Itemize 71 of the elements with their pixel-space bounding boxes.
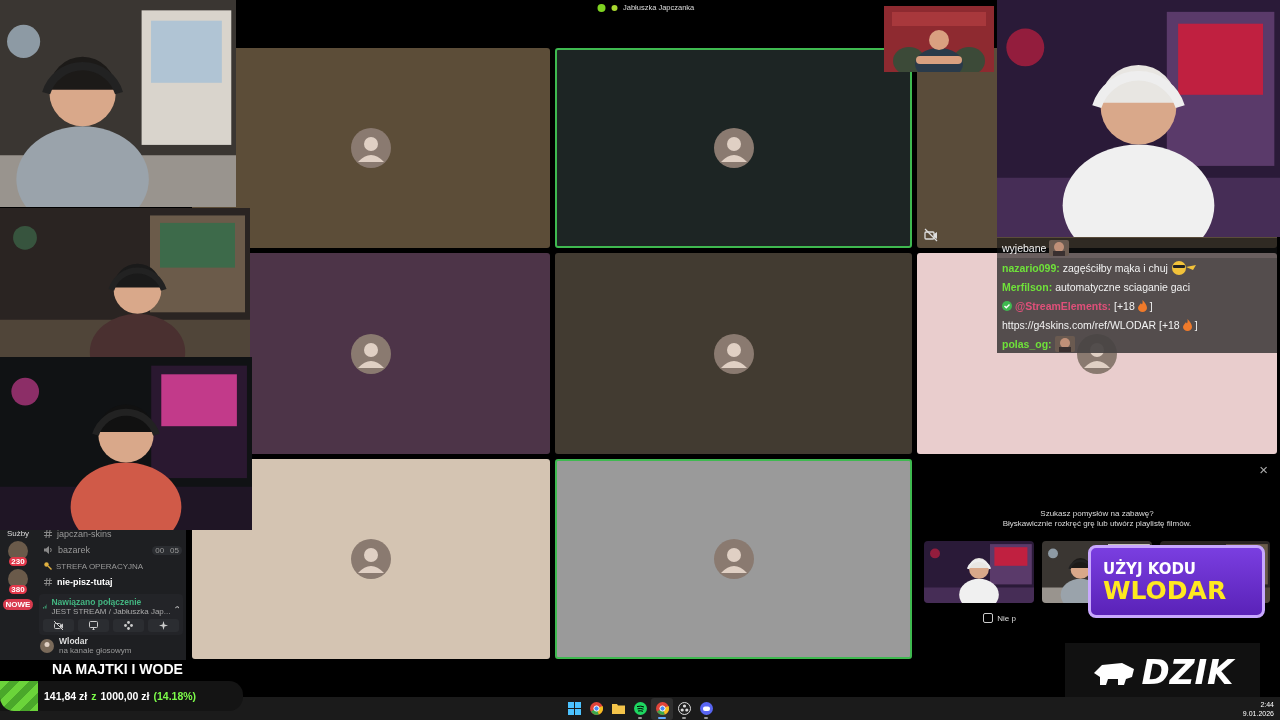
browser-icon: [589, 702, 603, 715]
speaker-icon: [44, 546, 53, 554]
user-avatar: [351, 128, 391, 168]
camera-off-icon: [54, 621, 63, 630]
goal-target: 1000,00 zł: [100, 690, 150, 702]
taskbar-app[interactable]: [651, 697, 673, 720]
chat-username[interactable]: polas_og:: [1002, 337, 1052, 350]
recorder-icon: [677, 702, 691, 715]
chat-message: ]: [1194, 318, 1198, 331]
chat-message: zagęściłby mąka i chuj: [1062, 261, 1168, 274]
promo-label: UŻYJ KODU: [1103, 559, 1198, 578]
monitor-button[interactable]: [78, 619, 109, 632]
user-avatar: [351, 539, 391, 579]
chat-message: https://g4skins.com/ref/WLODAR [+18: [1002, 318, 1180, 331]
channel-item[interactable]: japczan-skins: [57, 529, 112, 539]
hash-icon: [44, 578, 52, 586]
camera-off-button[interactable]: [43, 619, 74, 632]
goal-title: NA MAJTKI I WODE: [52, 661, 183, 677]
brand-logo-text: DZIK: [1141, 652, 1234, 692]
user-status: na kanale głosowym: [59, 646, 132, 655]
user-avatar: [713, 333, 754, 374]
voice-channel-name[interactable]: JEST STREAM / Jabłuszka Jap...: [51, 607, 171, 616]
panel-subheading: Błyskawicznie rozkręć grę lub utwórz playlistę filmów.: [1002, 519, 1192, 529]
panel-heading: Szukasz pomysłów na zabawę?: [1039, 509, 1155, 519]
username: Wlodar: [59, 637, 89, 646]
unread-badge: 380: [9, 585, 27, 594]
unread-badge: 230: [9, 557, 27, 566]
fire-icon: [1182, 318, 1192, 331]
new-badge: NOWE: [2, 599, 34, 610]
user-avatar: [713, 539, 754, 579]
channel-item[interactable]: nie-pisz-tutaj: [57, 577, 113, 587]
music-app-icon: [633, 702, 647, 715]
channel-category[interactable]: STREFA OPERACYJNA: [56, 561, 144, 571]
chat-username[interactable]: Merfilson:: [1002, 280, 1053, 293]
chat-message: wyjebane: [1002, 242, 1047, 254]
goal-percent: (14.18%): [153, 690, 197, 702]
grid-icon: [124, 621, 133, 630]
connection-status: Nawiązano połączenie: [51, 597, 143, 607]
verified-badge-icon: [1002, 300, 1012, 311]
camera-off-icon[interactable]: [924, 228, 938, 242]
fire-icon: [1137, 299, 1147, 312]
user-count: 05: [169, 545, 180, 555]
chat-app-icon: [699, 702, 713, 715]
checkbox[interactable]: [983, 613, 994, 623]
sparkle-icon: [159, 621, 168, 630]
windows-icon: [567, 702, 581, 715]
chat-username[interactable]: nazario099:: [1002, 261, 1060, 274]
sunglasses-emote-icon: [1170, 260, 1197, 275]
hash-icon: [44, 530, 52, 538]
user-avatar: [351, 333, 391, 374]
server-folder-label: Sużby: [6, 529, 30, 538]
checkbox-label: Nie p: [997, 613, 1016, 623]
close-button[interactable]: ×: [1256, 461, 1271, 478]
emote-icon: [1049, 240, 1070, 256]
user-avatar: [713, 128, 754, 168]
sparkle-button[interactable]: [148, 619, 179, 632]
promo-code: WLODAR: [1103, 577, 1228, 604]
emote-icon: [1054, 335, 1075, 352]
grid-button[interactable]: [113, 619, 144, 632]
folder-icon: [611, 703, 625, 714]
goal-amount: 141,84 zł: [44, 690, 88, 702]
user-avatar: [40, 639, 54, 653]
chat-message: [+18: [1114, 299, 1135, 312]
user-count: 00: [154, 545, 166, 555]
key-icon: [44, 562, 52, 570]
monitor-icon: [89, 621, 98, 630]
browser-icon: [655, 702, 669, 715]
goal-separator: z: [91, 690, 97, 702]
chat-message: ]: [1149, 299, 1153, 312]
chat-message: automatyczne sciaganie gaci: [1055, 280, 1190, 293]
channel-item[interactable]: bazarek: [58, 545, 91, 555]
